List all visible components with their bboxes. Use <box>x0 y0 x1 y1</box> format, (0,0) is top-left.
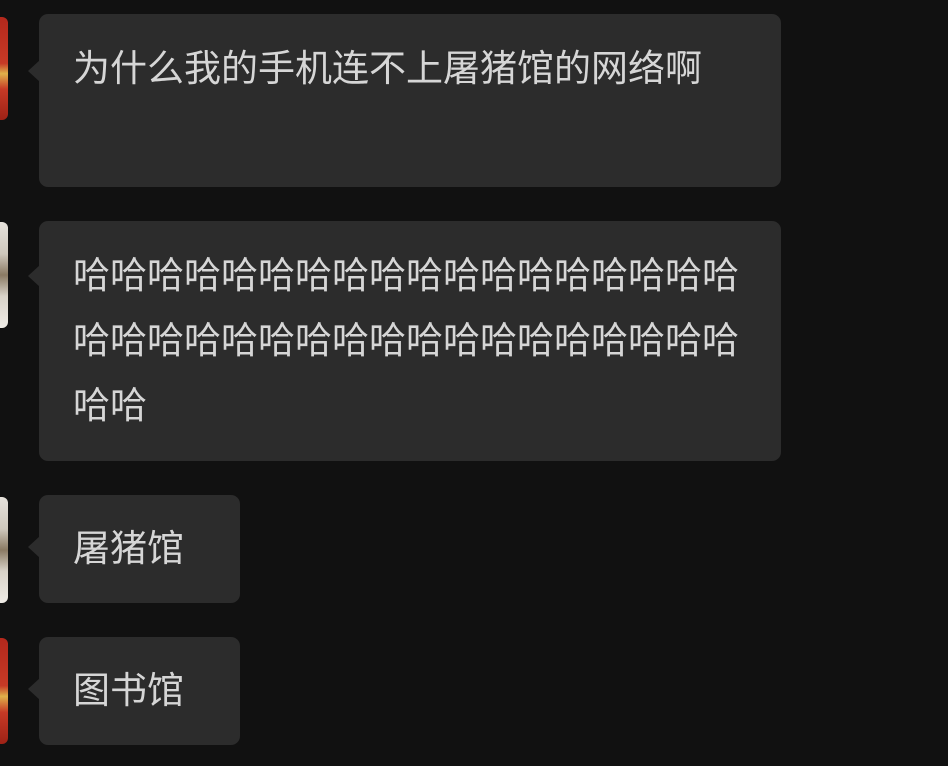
sender-avatar[interactable] <box>0 497 8 603</box>
message-text: 屠猪馆 <box>73 527 184 570</box>
message-bubble[interactable]: 为什么我的手机连不上屠猪馆的网络啊 <box>28 14 781 187</box>
message-bubble[interactable]: 屠猪馆 <box>28 495 240 603</box>
bubble-tail <box>28 678 40 700</box>
chat-conversation: 为什么我的手机连不上屠猪馆的网络啊 哈哈哈哈哈哈哈哈哈哈哈哈哈哈哈哈哈哈哈哈哈哈… <box>0 0 948 766</box>
message-bubble[interactable]: 哈哈哈哈哈哈哈哈哈哈哈哈哈哈哈哈哈哈哈哈哈哈哈哈哈哈哈哈哈哈哈哈哈哈哈哈哈哈 <box>28 221 781 461</box>
message-text: 哈哈哈哈哈哈哈哈哈哈哈哈哈哈哈哈哈哈哈哈哈哈哈哈哈哈哈哈哈哈哈哈哈哈哈哈哈哈 <box>73 254 739 427</box>
sender-avatar[interactable] <box>0 17 8 120</box>
message-text: 为什么我的手机连不上屠猪馆的网络啊 <box>73 47 702 90</box>
bubble-tail <box>28 60 40 82</box>
sender-avatar[interactable] <box>0 638 8 744</box>
sender-avatar[interactable] <box>0 222 8 328</box>
bubble-tail <box>28 265 40 287</box>
message-text: 图书馆 <box>73 669 184 712</box>
bubble-tail <box>28 536 40 558</box>
message-bubble[interactable]: 图书馆 <box>28 637 240 745</box>
